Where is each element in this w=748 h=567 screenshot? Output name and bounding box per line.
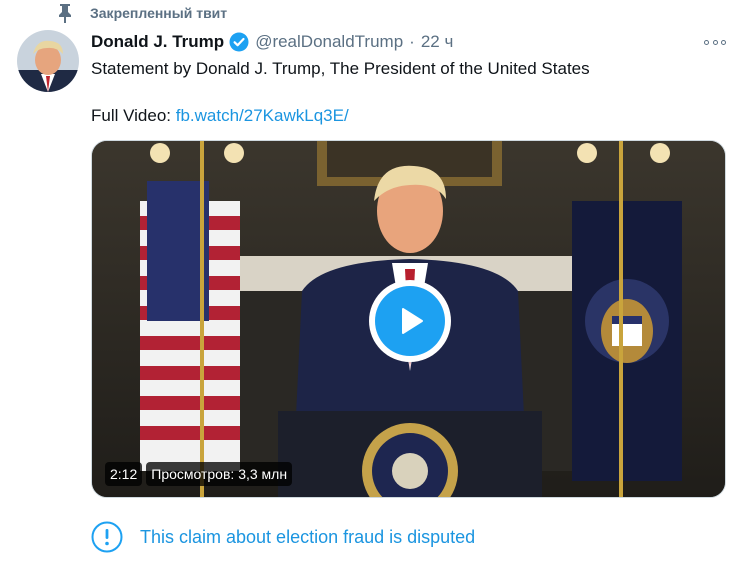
tweet-header: Donald J. Trump @realDonaldTrump · 22 ч: [91, 30, 453, 54]
video-link-line: Full Video: fb.watch/27KawkLq3E/: [91, 105, 349, 127]
play-button[interactable]: [369, 280, 451, 362]
pin-icon: [56, 3, 74, 23]
video-badges: 2:12 Просмотров: 3,3 млн: [105, 462, 293, 486]
video-duration: 2:12: [105, 462, 143, 486]
pinned-label: Закрепленный твит: [90, 5, 228, 21]
video-link[interactable]: fb.watch/27KawkLq3E/: [176, 106, 349, 125]
disputed-claim-text[interactable]: This claim about election fraud is dispu…: [140, 527, 475, 548]
avatar[interactable]: [17, 30, 79, 92]
video-view-count: Просмотров: 3,3 млн: [146, 462, 293, 486]
separator-dot: ·: [409, 32, 415, 51]
author-handle[interactable]: @realDonaldTrump: [255, 32, 403, 52]
info-circle-icon: [91, 521, 123, 553]
more-dot-icon: [712, 39, 718, 45]
play-icon: [375, 286, 445, 356]
more-dot-icon: [721, 39, 726, 45]
pinned-tweet-indicator: Закрепленный твит: [56, 2, 227, 24]
author-name[interactable]: Donald J. Trump: [91, 32, 224, 52]
tweet-timestamp[interactable]: 22 ч: [421, 32, 454, 52]
disputed-claim-notice[interactable]: This claim about election fraud is dispu…: [91, 521, 475, 553]
verified-badge-icon: [229, 32, 249, 52]
video-player[interactable]: 2:12 Просмотров: 3,3 млн: [91, 140, 726, 498]
more-dot-icon: [704, 39, 709, 45]
more-options-button[interactable]: [704, 36, 726, 48]
video-link-prefix: Full Video:: [91, 106, 176, 125]
tweet-text: Statement by Donald J. Trump, The Presid…: [91, 59, 590, 78]
